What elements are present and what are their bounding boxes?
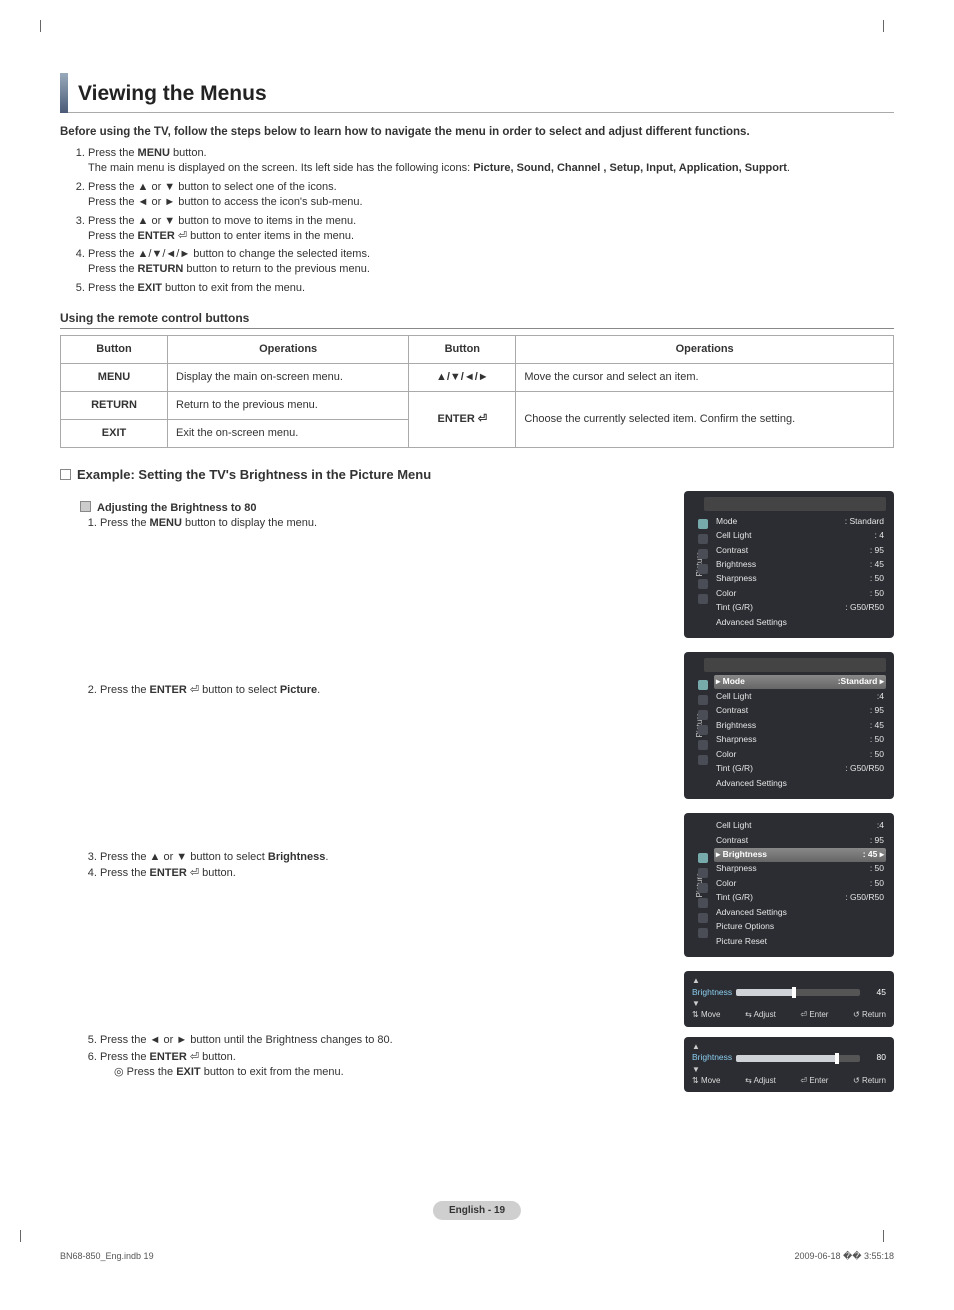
slider-label: Brightness — [692, 987, 736, 998]
step-2: Press the ▲ or ▼ button to select one of… — [88, 180, 894, 210]
arrow-up-icon: ▲ — [692, 1043, 886, 1051]
remote-buttons-table: Button Operations Button Operations MENU… — [60, 335, 894, 447]
op-enter: Choose the currently selected item. Conf… — [516, 391, 894, 447]
page-footer-pill: English - 19 — [433, 1201, 521, 1221]
ex-step-2: Press the ENTER ⏎ button to select Pictu… — [100, 683, 664, 698]
crop-marks-bottom — [20, 1230, 914, 1240]
step-4: Press the ▲/▼/◄/► button to change the s… — [88, 247, 894, 277]
slider-value: 80 — [866, 1052, 886, 1063]
intro-text: Before using the TV, follow the steps be… — [60, 125, 894, 141]
osd-head — [704, 658, 886, 672]
arrow-down-icon: ▼ — [692, 1000, 886, 1008]
foot-move: ⇅ Move — [692, 1076, 721, 1087]
osd-selected-row: ▸ Mode:Standard ▸ — [714, 675, 886, 689]
btn-menu: MENU — [61, 363, 168, 391]
th-operations-2: Operations — [516, 336, 894, 364]
title-underline — [60, 112, 894, 113]
op-arrows: Move the cursor and select an item. — [516, 363, 894, 391]
example-heading: Example: Setting the TV's Brightness in … — [60, 466, 894, 484]
step-3: Press the ▲ or ▼ button to move to items… — [88, 214, 894, 244]
exit-note: ◎ Press the EXIT button to exit from the… — [100, 1065, 664, 1080]
main-steps-list: Press the MENU button. The main menu is … — [68, 146, 894, 296]
print-right: 2009-06-18 �� 3:55:18 — [794, 1250, 894, 1262]
btn-arrows: ▲/▼/◄/► — [409, 363, 516, 391]
slider-label: Brightness — [692, 1052, 736, 1063]
btn-exit: EXIT — [61, 419, 168, 447]
enter-icon: ⏎ — [475, 413, 487, 425]
op-exit: Exit the on-screen menu. — [168, 419, 409, 447]
osd-selected-row: ▸ Brightness: 45 ▸ — [714, 848, 886, 862]
foot-adjust: ⇆ Adjust — [745, 1076, 776, 1087]
square-bullet-icon — [60, 469, 71, 480]
btn-return: RETURN — [61, 391, 168, 419]
th-operations-1: Operations — [168, 336, 409, 364]
title-accent-bar — [60, 73, 68, 113]
op-return: Return to the previous menu. — [168, 391, 409, 419]
enter-icon: ⏎ — [175, 230, 187, 242]
ex-step-5: Press the ◄ or ► button until the Bright… — [100, 1033, 664, 1048]
square-bullet-icon — [80, 501, 91, 512]
op-menu: Display the main on-screen menu. — [168, 363, 409, 391]
ex-step-3: Press the ▲ or ▼ button to select Bright… — [100, 850, 664, 865]
crop-marks-top — [40, 20, 914, 30]
enter-icon: ⏎ — [187, 684, 199, 696]
foot-return: ↺ Return — [853, 1010, 886, 1021]
enter-icon: ⏎ — [187, 867, 199, 879]
step-5: Press the EXIT button to exit from the m… — [88, 281, 894, 296]
osd-preview-1: Picture Mode: Standard Cell Light: 4 Con… — [684, 491, 894, 638]
ex-step-1: Press the MENU button to display the men… — [100, 516, 664, 531]
print-left: BN68-850_Eng.indb 19 — [60, 1250, 154, 1262]
foot-return: ↺ Return — [853, 1076, 886, 1087]
th-button-2: Button — [409, 336, 516, 364]
page-title: Viewing the Menus — [78, 80, 894, 108]
foot-enter: ⏎ Enter — [800, 1010, 828, 1021]
arrow-down-icon: ▼ — [692, 1066, 886, 1074]
enter-icon: ⏎ — [187, 1051, 199, 1063]
brightness-slider-80: ▲ Brightness 80 ▼ ⇅ Move ⇆ Adjust ⏎ Ente… — [684, 1037, 894, 1093]
foot-move: ⇅ Move — [692, 1010, 721, 1021]
osd-preview-2: Picture ▸ Mode:Standard ▸ Cell Light:4 C… — [684, 652, 894, 799]
remote-heading: Using the remote control buttons — [60, 310, 894, 329]
ex-step-4: Press the ENTER ⏎ button. — [100, 866, 664, 881]
step-1: Press the MENU button. The main menu is … — [88, 146, 894, 176]
ex-step-6: Press the ENTER ⏎ button. ◎ Press the EX… — [100, 1050, 664, 1080]
osd-icon-column — [696, 853, 710, 949]
osd-icon-column — [696, 680, 710, 791]
foot-enter: ⏎ Enter — [800, 1076, 828, 1087]
osd-icon-column — [696, 519, 710, 630]
brightness-slider-45: ▲ Brightness 45 ▼ ⇅ Move ⇆ Adjust ⏎ Ente… — [684, 971, 894, 1027]
osd-head — [704, 497, 886, 511]
foot-adjust: ⇆ Adjust — [745, 1010, 776, 1021]
th-button-1: Button — [61, 336, 168, 364]
arrow-up-icon: ▲ — [692, 977, 886, 985]
adjust-heading: Adjusting the Brightness to 80 Press the… — [80, 501, 664, 531]
btn-enter: ENTER ⏎ — [409, 391, 516, 447]
print-footer: BN68-850_Eng.indb 19 2009-06-18 �� 3:55:… — [60, 1250, 894, 1262]
osd-preview-3: Picture Cell Light:4 Contrast: 95 ▸ Brig… — [684, 813, 894, 957]
slider-value: 45 — [866, 987, 886, 998]
